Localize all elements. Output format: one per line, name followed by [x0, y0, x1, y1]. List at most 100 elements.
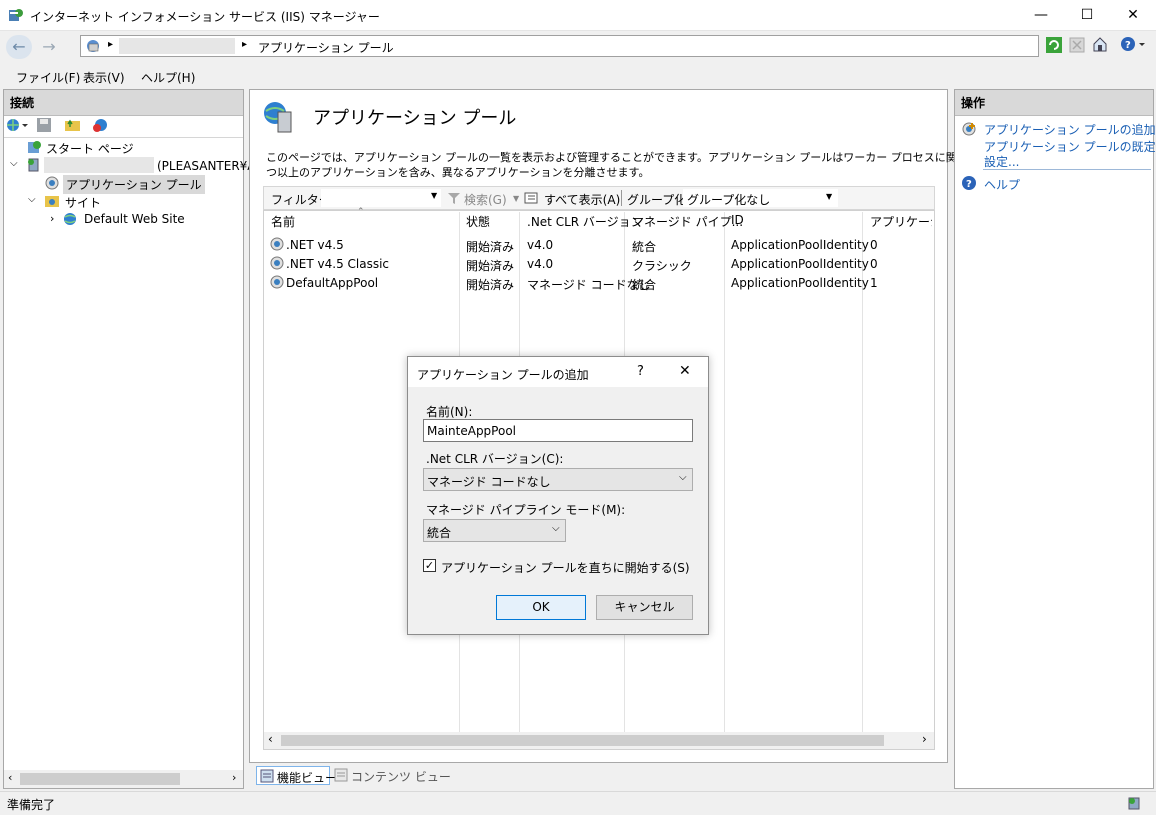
app-pool-icon — [44, 175, 60, 194]
features-view-tab[interactable]: 機能ビュー — [256, 766, 337, 785]
row-applications: 1 — [870, 276, 878, 290]
dropdown-arrow-icon[interactable]: ▼ — [513, 194, 519, 203]
filter-funnel-icon[interactable] — [447, 191, 461, 208]
help-link[interactable]: ヘルプ — [984, 176, 1020, 193]
column-header-clr[interactable]: .Net CLR バージョン — [527, 213, 643, 230]
svg-text:?: ? — [966, 179, 972, 190]
menu-help[interactable]: ヘルプ(H) — [141, 69, 195, 86]
column-header-pipeline[interactable]: マネージド パイプ... — [632, 213, 743, 230]
dialog-title: アプリケーション プールの追加 — [417, 368, 589, 382]
save-icon[interactable] — [36, 117, 52, 136]
column-header-status[interactable]: 状態 — [466, 213, 490, 230]
tree-sites[interactable]: サイト — [65, 194, 101, 211]
search-button[interactable]: 検索(G) — [464, 191, 507, 208]
add-app-pool-link[interactable]: アプリケーション プールの追加... — [984, 121, 1156, 138]
breadcrumb-server-redacted[interactable] — [119, 38, 235, 54]
set-defaults-link-line2[interactable]: 設定... — [984, 153, 1019, 170]
scroll-right-icon[interactable]: › — [232, 771, 236, 784]
column-divider — [724, 212, 725, 747]
start-immediately-checkbox[interactable]: ✓ — [423, 559, 436, 572]
address-field[interactable]: ▸ ▸ アプリケーション プール — [80, 35, 1039, 57]
row-status: 開始済み — [466, 259, 515, 273]
menu-file[interactable]: ファイル(F) — [16, 69, 80, 86]
show-all-button[interactable]: すべて表示(A) — [544, 191, 620, 208]
content-view-icon[interactable] — [334, 768, 348, 785]
status-text: 準備完了 — [7, 798, 56, 812]
scroll-thumb[interactable] — [20, 773, 180, 785]
dialog-close-button[interactable]: ✕ — [679, 363, 691, 379]
chevron-down-icon[interactable]: ⌵ — [679, 472, 687, 483]
dialog-help-button[interactable]: ? — [637, 364, 644, 379]
minimize-button[interactable]: — — [1018, 0, 1064, 31]
up-folder-icon[interactable] — [64, 117, 82, 136]
server-icon — [85, 38, 101, 57]
chevron-down-icon[interactable]: ⌵ — [552, 523, 560, 534]
toolbar-separator — [621, 190, 622, 206]
dropdown-arrow-icon[interactable]: ▼ — [431, 191, 437, 200]
website-globe-icon — [62, 211, 78, 230]
list-hscrollbar[interactable]: ‹ › — [264, 732, 934, 749]
menu-view[interactable]: 表示(V) — [83, 69, 125, 86]
refresh-icon[interactable] — [1046, 37, 1062, 56]
close-button[interactable]: ✕ — [1110, 0, 1156, 31]
tree-application-pools[interactable]: アプリケーション プール — [63, 175, 205, 194]
start-immediately-label[interactable]: アプリケーション プールを直ちに開始する(S) — [441, 559, 690, 576]
connect-globe-icon[interactable] — [6, 117, 28, 136]
page-description-line1: このページでは、アプリケーション プールの一覧を表示および管理することができます… — [266, 151, 1030, 164]
disconnect-icon[interactable] — [92, 117, 110, 136]
page-title: アプリケーション プール — [313, 108, 517, 129]
clr-version-value: マネージド コードなし — [427, 475, 551, 489]
column-header-identity[interactable]: ID — [731, 213, 744, 227]
page-description-line2: つ以上のアプリケーションを含み、異なるアプリケーションを分離させます。 — [266, 166, 650, 179]
content-view-tab[interactable]: コンテンツ ビュー — [351, 768, 451, 785]
tree-server-name-redacted[interactable] — [44, 157, 154, 173]
actions-divider — [983, 169, 1151, 170]
app-pool-header-icon — [262, 100, 296, 137]
cancel-button[interactable]: キャンセル — [596, 595, 693, 620]
chevron-right-icon[interactable]: › — [50, 212, 54, 225]
app-pool-icon — [269, 236, 285, 255]
group-by-select[interactable]: グループ化なし ▼ — [683, 189, 838, 207]
status-bar: 準備完了 — [0, 791, 1156, 815]
tree-server-suffix[interactable]: (PLEASANTER¥A — [157, 159, 256, 173]
pipeline-mode-label: マネージド パイプライン モード(M): — [426, 503, 626, 517]
column-header-name[interactable]: 名前 — [271, 213, 295, 230]
chevron-down-icon[interactable]: ⌵ — [28, 194, 36, 205]
tree-default-web-site[interactable]: Default Web Site — [84, 212, 185, 226]
column-header-applications[interactable]: アプリケーション — [870, 213, 932, 230]
scroll-right-icon[interactable]: › — [922, 732, 927, 746]
show-all-icon[interactable] — [524, 190, 540, 209]
maximize-button[interactable]: ☐ — [1064, 0, 1110, 31]
clr-version-select[interactable]: マネージド コードなし ⌵ — [423, 468, 693, 491]
breadcrumb-separator: ▸ — [108, 39, 114, 50]
iis-manager-icon — [8, 7, 24, 26]
home-icon[interactable] — [1092, 36, 1108, 55]
stop-icon[interactable] — [1069, 37, 1085, 56]
scroll-left-icon[interactable]: ‹ — [8, 771, 12, 784]
actions-title: 操作 — [955, 90, 1153, 116]
scroll-left-icon[interactable]: ‹ — [268, 732, 273, 746]
row-pipeline: 統合 — [632, 278, 657, 292]
connections-hscrollbar[interactable]: ‹ › — [4, 770, 243, 788]
filter-input[interactable]: ▼ — [321, 189, 441, 207]
sites-folder-icon — [44, 193, 60, 212]
row-status: 開始済み — [466, 240, 515, 254]
tree-start-page[interactable]: スタート ページ — [46, 140, 134, 157]
row-name: .NET v4.5 Classic — [286, 257, 390, 271]
group-by-label: グループ化: — [627, 193, 691, 207]
help-icon[interactable]: ? — [1120, 36, 1146, 55]
forward-button[interactable]: → — [36, 35, 62, 59]
name-input[interactable]: MainteAppPool — [423, 419, 693, 442]
dropdown-arrow-icon[interactable]: ▼ — [826, 192, 832, 201]
chevron-down-icon[interactable]: ⌵ — [10, 158, 18, 169]
pipeline-mode-select[interactable]: 統合 ⌵ — [423, 519, 566, 542]
ok-button[interactable]: OK — [496, 595, 586, 620]
back-button[interactable]: ← — [6, 35, 32, 59]
breadcrumb-current[interactable]: アプリケーション プール — [258, 39, 394, 56]
connections-toolbar — [4, 114, 243, 138]
window-title: インターネット インフォメーション サービス (IIS) マネージャー — [30, 10, 380, 24]
row-pipeline: 統合 — [632, 240, 657, 254]
scroll-thumb[interactable] — [281, 735, 884, 746]
row-clr: v4.0 — [527, 238, 554, 252]
add-app-pool-icon — [961, 121, 977, 140]
